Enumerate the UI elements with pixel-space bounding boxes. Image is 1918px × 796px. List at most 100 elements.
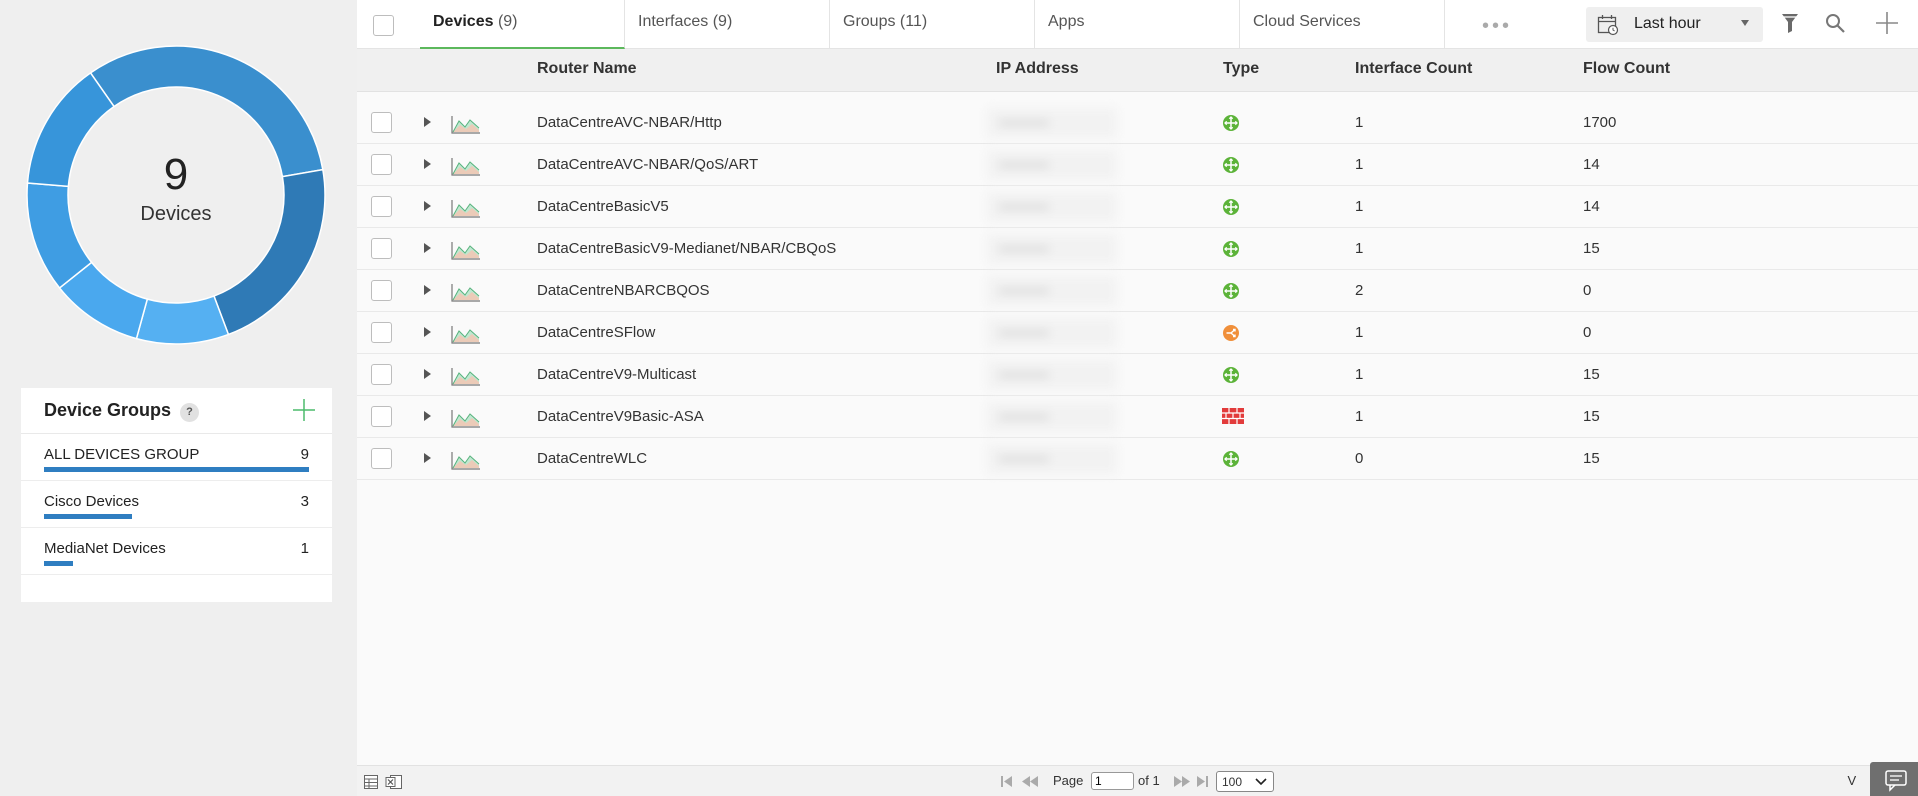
group-item-cisco-devices[interactable]: Cisco Devices 3 bbox=[21, 481, 332, 528]
flow-count: 15 bbox=[1583, 240, 1600, 257]
tab-count: (11) bbox=[899, 13, 928, 30]
expand-row-icon[interactable] bbox=[424, 327, 431, 337]
column-header-ip-address[interactable]: IP Address bbox=[996, 60, 1079, 78]
flow-count: 1700 bbox=[1583, 114, 1617, 131]
expand-row-icon[interactable] bbox=[424, 453, 431, 463]
router-name-link[interactable]: DataCentreAVC-NBAR/QoS/ART bbox=[537, 156, 758, 173]
tab-devices[interactable]: Devices (9) bbox=[420, 0, 625, 49]
tab-interfaces[interactable]: Interfaces (9) bbox=[625, 0, 830, 48]
graph-icon[interactable] bbox=[451, 240, 481, 260]
tab-label: Devices bbox=[433, 13, 494, 30]
tab-groups[interactable]: Groups (11) bbox=[830, 0, 1035, 48]
expand-row-icon[interactable] bbox=[424, 411, 431, 421]
row-checkbox[interactable] bbox=[371, 448, 392, 469]
device-table-body: DataCentreAVC-NBAR/Http 1 1700 DataCentreAV… bbox=[357, 92, 1918, 765]
first-page-icon[interactable] bbox=[1000, 775, 1014, 788]
graph-icon[interactable] bbox=[451, 198, 481, 218]
router-name-link[interactable]: DataCentreWLC bbox=[537, 450, 647, 467]
device-groups-title: Device Groups bbox=[44, 400, 172, 420]
page-number-input[interactable] bbox=[1091, 772, 1134, 790]
router-type-icon bbox=[1223, 283, 1239, 299]
table-row[interactable]: DataCentreNBARCBQOS 2 0 bbox=[357, 270, 1918, 312]
column-header-interface-count[interactable]: Interface Count bbox=[1355, 60, 1472, 78]
graph-icon[interactable] bbox=[451, 156, 481, 176]
interface-count: 1 bbox=[1355, 156, 1364, 173]
router-name-link[interactable]: DataCentreV9Basic-ASA bbox=[537, 408, 704, 425]
donut-segment[interactable] bbox=[135, 295, 230, 345]
filter-icon[interactable] bbox=[1781, 12, 1799, 34]
row-checkbox[interactable] bbox=[371, 406, 392, 427]
graph-icon[interactable] bbox=[451, 114, 481, 134]
firewall-type-icon bbox=[1222, 408, 1244, 424]
router-type-icon bbox=[1223, 451, 1239, 467]
table-row[interactable]: DataCentreWLC 0 15 bbox=[357, 438, 1918, 480]
tab-cloud-services[interactable]: Cloud Services bbox=[1240, 0, 1445, 48]
add-group-icon[interactable] bbox=[290, 396, 318, 424]
page-size-select[interactable]: 100 bbox=[1216, 771, 1274, 792]
table-row[interactable]: DataCentreV9-Multicast 1 15 bbox=[357, 354, 1918, 396]
device-count-label: Devices bbox=[140, 203, 212, 225]
expand-row-icon[interactable] bbox=[424, 117, 431, 127]
table-row[interactable]: DataCentreBasicV5 1 14 bbox=[357, 186, 1918, 228]
time-range-dropdown[interactable]: Last hour bbox=[1586, 7, 1763, 42]
column-header-type[interactable]: Type bbox=[1223, 60, 1259, 78]
row-checkbox[interactable] bbox=[371, 364, 392, 385]
expand-row-icon[interactable] bbox=[424, 201, 431, 211]
table-header: Router Name IP Address Type Interface Co… bbox=[357, 49, 1918, 92]
help-icon[interactable]: ? bbox=[180, 403, 199, 422]
select-all-checkbox[interactable] bbox=[373, 15, 394, 36]
group-bar bbox=[44, 467, 309, 472]
device-groups-header: Device Groups ? bbox=[21, 388, 332, 434]
row-checkbox[interactable] bbox=[371, 196, 392, 217]
column-header-router-name[interactable]: Router Name bbox=[537, 60, 637, 78]
graph-icon[interactable] bbox=[451, 408, 481, 428]
graph-icon[interactable] bbox=[451, 450, 481, 470]
row-checkbox[interactable] bbox=[371, 322, 392, 343]
row-checkbox[interactable] bbox=[371, 280, 392, 301]
table-row[interactable]: DataCentreAVC-NBAR/QoS/ART 1 14 bbox=[357, 144, 1918, 186]
router-name-link[interactable]: DataCentreSFlow bbox=[537, 324, 655, 341]
group-bar bbox=[44, 514, 132, 519]
graph-icon[interactable] bbox=[451, 366, 481, 386]
row-checkbox[interactable] bbox=[371, 112, 392, 133]
expand-row-icon[interactable] bbox=[424, 159, 431, 169]
more-tabs-icon[interactable]: ••• bbox=[1482, 15, 1512, 38]
chat-button[interactable] bbox=[1870, 762, 1918, 796]
expand-row-icon[interactable] bbox=[424, 243, 431, 253]
table-row[interactable]: DataCentreV9Basic-ASA 1 15 bbox=[357, 396, 1918, 438]
interface-count: 1 bbox=[1355, 240, 1364, 257]
ip-address-redacted bbox=[987, 444, 1117, 474]
excel-export-icon[interactable] bbox=[385, 774, 403, 790]
flow-count: 15 bbox=[1583, 366, 1600, 383]
tab-label: Interfaces bbox=[638, 13, 709, 30]
router-name-link[interactable]: DataCentreV9-Multicast bbox=[537, 366, 696, 383]
table-row[interactable]: DataCentreSFlow 1 0 bbox=[357, 312, 1918, 354]
column-header-flow-count[interactable]: Flow Count bbox=[1583, 60, 1670, 78]
tab-apps[interactable]: Apps bbox=[1035, 0, 1240, 48]
expand-row-icon[interactable] bbox=[424, 285, 431, 295]
search-icon[interactable] bbox=[1824, 12, 1846, 34]
router-name-link[interactable]: DataCentreBasicV9-Medianet/NBAR/CBQoS bbox=[537, 240, 836, 257]
router-name-link[interactable]: DataCentreBasicV5 bbox=[537, 198, 669, 215]
graph-icon[interactable] bbox=[451, 324, 481, 344]
graph-icon[interactable] bbox=[451, 282, 481, 302]
group-item-all-devices[interactable]: ALL DEVICES GROUP 9 bbox=[21, 434, 332, 481]
interface-count: 1 bbox=[1355, 198, 1364, 215]
row-checkbox[interactable] bbox=[371, 238, 392, 259]
add-icon[interactable] bbox=[1874, 10, 1900, 36]
previous-page-icon[interactable] bbox=[1021, 775, 1039, 788]
group-item-medianet-devices[interactable]: MediaNet Devices 1 bbox=[21, 528, 332, 575]
tab-label: Groups bbox=[843, 13, 896, 30]
ip-address-redacted bbox=[987, 192, 1117, 222]
table-row[interactable]: DataCentreBasicV9-Medianet/NBAR/CBQoS 1 15 bbox=[357, 228, 1918, 270]
router-name-link[interactable]: DataCentreAVC-NBAR/Http bbox=[537, 114, 722, 131]
router-name-link[interactable]: DataCentreNBARCBQOS bbox=[537, 282, 710, 299]
csv-export-icon[interactable] bbox=[363, 774, 379, 790]
next-page-icon[interactable] bbox=[1173, 775, 1191, 788]
group-count: 9 bbox=[300, 446, 309, 463]
chevron-down-icon bbox=[1255, 778, 1267, 786]
row-checkbox[interactable] bbox=[371, 154, 392, 175]
last-page-icon[interactable] bbox=[1195, 775, 1209, 788]
table-row[interactable]: DataCentreAVC-NBAR/Http 1 1700 bbox=[357, 102, 1918, 144]
expand-row-icon[interactable] bbox=[424, 369, 431, 379]
